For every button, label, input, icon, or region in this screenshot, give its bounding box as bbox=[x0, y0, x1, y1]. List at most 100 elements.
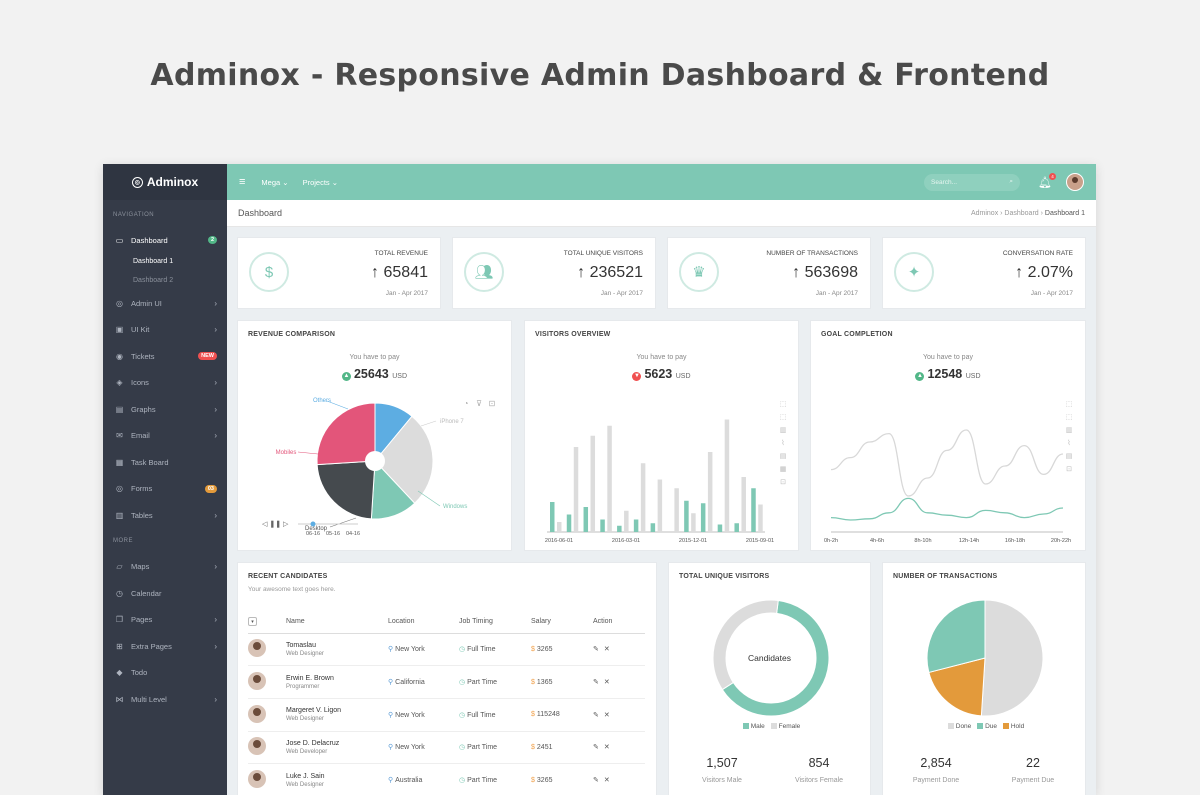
user-avatar[interactable] bbox=[1066, 173, 1084, 191]
close-icon[interactable]: ✕ bbox=[604, 679, 615, 686]
salary-cell: $115248 bbox=[531, 698, 593, 732]
col-header[interactable]: Job Timing bbox=[459, 611, 531, 634]
edit-icon[interactable]: ✎ bbox=[593, 777, 604, 784]
candidates-table: ▾ Name Location Job Timing Salary Action… bbox=[248, 611, 645, 795]
top-bar: ≡ Mega ⌄ Projects ⌄ Search... ⌕ 🔔︎ 4 bbox=[227, 164, 1096, 200]
breadcrumb-link[interactable]: Adminox bbox=[971, 210, 998, 217]
avatar-cell bbox=[248, 698, 286, 732]
bar-series-2 bbox=[700, 503, 706, 532]
close-icon[interactable]: ✕ bbox=[604, 646, 615, 653]
search-box[interactable]: Search... ⌕ bbox=[924, 173, 1021, 191]
edit-icon[interactable]: ✎ bbox=[593, 744, 604, 751]
sidebar-item-admin-ui[interactable]: ◎ Admin UI › bbox=[103, 290, 227, 317]
candidate-name[interactable]: Margeret V. Ligon bbox=[286, 707, 388, 714]
edit-icon[interactable]: ✎ bbox=[593, 646, 604, 653]
name-cell: Luke J. Sain Web Designer bbox=[286, 763, 388, 795]
chevron-right-icon: › bbox=[214, 298, 217, 308]
sidebar-item-tables[interactable]: ▥ Tables › bbox=[103, 502, 227, 529]
close-icon[interactable]: ✕ bbox=[604, 744, 615, 751]
cube-icon: ◈ bbox=[116, 378, 123, 388]
search-input[interactable]: Search... bbox=[931, 179, 957, 186]
location-pin-icon: ⚲ bbox=[388, 679, 394, 687]
stat-number: 2.07% bbox=[1027, 264, 1073, 281]
bar-series-2 bbox=[617, 525, 622, 532]
search-icon[interactable]: ⌕ bbox=[1009, 178, 1013, 186]
chevron-down-icon: ⌄ bbox=[331, 177, 339, 187]
brand-logo[interactable]: ◎ Adminox bbox=[103, 164, 227, 200]
legend-label: Due bbox=[985, 723, 998, 730]
sidebar-item-icons[interactable]: ◈ Icons › bbox=[103, 370, 227, 397]
col-header[interactable]: Location bbox=[388, 611, 459, 634]
salary-cell: $2451 bbox=[531, 731, 593, 765]
chart-toolbox-icon: ⬚ bbox=[780, 401, 787, 408]
mega-menu[interactable]: Mega ⌄ bbox=[261, 178, 288, 187]
sidebar-item-task-board[interactable]: ▦ Task Board bbox=[103, 449, 227, 476]
sidebar-item-pages[interactable]: ❐ Pages › bbox=[103, 607, 227, 634]
arrow-up-icon: ↑ bbox=[1015, 264, 1028, 281]
sidebar-item-tickets[interactable]: ◉ Tickets NEW bbox=[103, 343, 227, 370]
unique-visitors-card: Total Unique Visitors Candidates Male Fe… bbox=[668, 562, 871, 795]
sidebar-item-label: Pages bbox=[131, 615, 153, 625]
clock-icon: ◷ bbox=[459, 711, 466, 719]
close-icon[interactable]: ✕ bbox=[604, 712, 615, 719]
stat-title: Number of Transactions bbox=[766, 250, 858, 257]
sidebar-item-email[interactable]: ✉ Email › bbox=[103, 423, 227, 450]
sidebar-item-graphs[interactable]: ▤ Graphs › bbox=[103, 396, 227, 423]
sidebar-subitem-dashboard-1[interactable]: Dashboard 1 bbox=[103, 252, 227, 271]
candidate-salary: 3265 bbox=[536, 776, 553, 784]
sidebar-item-extra-pages[interactable]: ⊞ Extra Pages › bbox=[103, 633, 227, 660]
timing-cell: ◷ Part Time bbox=[459, 665, 531, 699]
chart-toolbox-icon: ▥ bbox=[1066, 427, 1073, 434]
menu-toggle-icon[interactable]: ≡ bbox=[239, 176, 245, 188]
table-row: Erwin E. Brown Programmer ⚲ California ◷ Pa… bbox=[248, 665, 645, 699]
visitors-overview-card: Visitors Overview You have to pay ▼ 5623 … bbox=[524, 320, 799, 551]
lifebuoy-icon: ◉ bbox=[116, 351, 123, 361]
breadcrumb-link[interactable]: Dashboard bbox=[1004, 210, 1038, 217]
candidate-salary: 115248 bbox=[536, 711, 560, 719]
candidate-name[interactable]: Jose D. Delacruz bbox=[286, 740, 388, 747]
nav-section-heading: NAVIGATION bbox=[113, 212, 155, 218]
salary-cell: $3265 bbox=[531, 633, 593, 667]
chevron-right-icon: › bbox=[214, 404, 217, 414]
sidebar-item-label: Email bbox=[131, 431, 150, 441]
location-pin-icon: ⚲ bbox=[388, 777, 394, 785]
notification-bell-icon[interactable]: 🔔︎ 4 bbox=[1038, 172, 1056, 189]
edit-icon[interactable]: ✎ bbox=[593, 679, 604, 686]
sidebar-item-forms[interactable]: ◎ Forms 03 bbox=[103, 476, 227, 503]
map-icon: ▱ bbox=[116, 562, 123, 572]
projects-menu[interactable]: Projects ⌄ bbox=[303, 178, 338, 187]
bar-series-2 bbox=[751, 488, 756, 532]
dollar-icon: $ bbox=[531, 743, 535, 751]
candidate-name[interactable]: Tomaslau bbox=[286, 642, 388, 649]
candidate-name[interactable]: Luke J. Sain bbox=[286, 773, 388, 780]
chart-toolbox-icon: ⌇ bbox=[781, 439, 784, 447]
leader-line bbox=[326, 400, 349, 410]
chevron-right-icon: › bbox=[214, 562, 217, 572]
page-headline: Adminox - Responsive Admin Dashboard & F… bbox=[150, 58, 1050, 93]
sidebar-item-ui-kit[interactable]: ▣ UI Kit › bbox=[103, 317, 227, 344]
dollar-icon: $ bbox=[249, 252, 289, 292]
close-icon[interactable]: ✕ bbox=[604, 777, 615, 784]
page-title: Dashboard bbox=[238, 208, 283, 218]
dropdown-checkbox[interactable]: ▾ bbox=[248, 617, 257, 627]
candidate-name[interactable]: Erwin E. Brown bbox=[286, 675, 388, 682]
stat-value: ↑ 65841 bbox=[371, 264, 428, 282]
sidebar-item-label: Tickets bbox=[131, 351, 155, 361]
sidebar: ◎ Adminox NAVIGATION ▭ Dashboard 2 Dashb… bbox=[103, 164, 227, 795]
sidebar-item-multi-level[interactable]: ⋈ Multi Level › bbox=[103, 686, 227, 713]
sidebar-item-calendar[interactable]: ◷ Calendar bbox=[103, 580, 227, 607]
col-header[interactable]: Name bbox=[286, 611, 388, 634]
sidebar-item-dashboard[interactable]: ▭ Dashboard 2 bbox=[103, 228, 227, 252]
sidebar-item-todo[interactable]: ◆ Todo bbox=[103, 660, 227, 687]
stat-card: ✦ Conversation Rate ↑ 2.07% Jan - Apr 20… bbox=[882, 237, 1086, 309]
col-header[interactable]: Salary bbox=[531, 611, 593, 634]
transactions-card: Number of Transactions Done Due Hold 2,8… bbox=[882, 562, 1086, 795]
timeline-controls: ◁ ❚❚ ▷ bbox=[262, 520, 289, 528]
clock-icon: ◷ bbox=[459, 777, 466, 785]
edit-icon[interactable]: ✎ bbox=[593, 712, 604, 719]
sidebar-item-label: Calendar bbox=[131, 588, 162, 598]
sidebar-subitem-dashboard-2[interactable]: Dashboard 2 bbox=[103, 271, 227, 290]
magic-wand-icon: ✦ bbox=[894, 252, 934, 292]
sidebar-item-maps[interactable]: ▱ Maps › bbox=[103, 554, 227, 581]
chevron-right-icon: › bbox=[214, 641, 217, 651]
